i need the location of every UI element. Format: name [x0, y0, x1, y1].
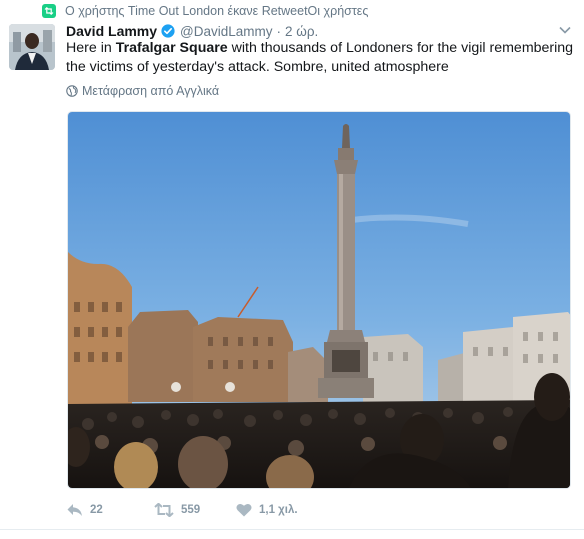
tweet-timestamp[interactable]: 2 ώρ. [285, 24, 318, 39]
divider [0, 529, 584, 530]
tweet-actions: 22 559 1,1 χιλ. [66, 500, 336, 520]
author-username[interactable]: @DavidLammy [180, 24, 272, 39]
like-count: 1,1 χιλ. [259, 504, 298, 516]
retweet-icon [42, 3, 56, 18]
tweet-text-bold: Trafalgar Square [115, 40, 228, 56]
tweet-text-part: Here in [66, 40, 116, 56]
like-button[interactable]: 1,1 χιλ. [236, 503, 336, 517]
retweet-context-text[interactable]: Ο χρήστης Time Out London έκανε RetweetΟ… [65, 4, 368, 18]
reply-icon [67, 504, 82, 516]
globe-icon [66, 85, 78, 97]
retweet-count: 559 [181, 504, 201, 516]
header-separator: · [276, 23, 282, 39]
avatar[interactable] [9, 24, 55, 70]
tweet-photo[interactable] [67, 111, 571, 489]
translate-label: Μετάφραση από Αγγλικά [82, 84, 220, 98]
tweet-text: Here in Trafalgar Square with thousands … [66, 39, 576, 77]
chevron-down-icon[interactable] [558, 24, 572, 36]
retweet-context: Ο χρήστης Time Out London έκανε RetweetΟ… [42, 2, 368, 19]
translate-link[interactable]: Μετάφραση από Αγγλικά [66, 83, 219, 99]
author-fullname[interactable]: David Lammy [66, 23, 157, 39]
retweet-icon [154, 503, 174, 517]
heart-icon [236, 503, 252, 517]
retweet-button[interactable]: 559 [154, 503, 236, 517]
reply-count: 22 [90, 504, 103, 516]
reply-button[interactable]: 22 [66, 503, 154, 517]
tweet-header: David Lammy @DavidLammy · 2 ώρ. [66, 21, 318, 41]
verified-badge-icon [160, 24, 175, 39]
